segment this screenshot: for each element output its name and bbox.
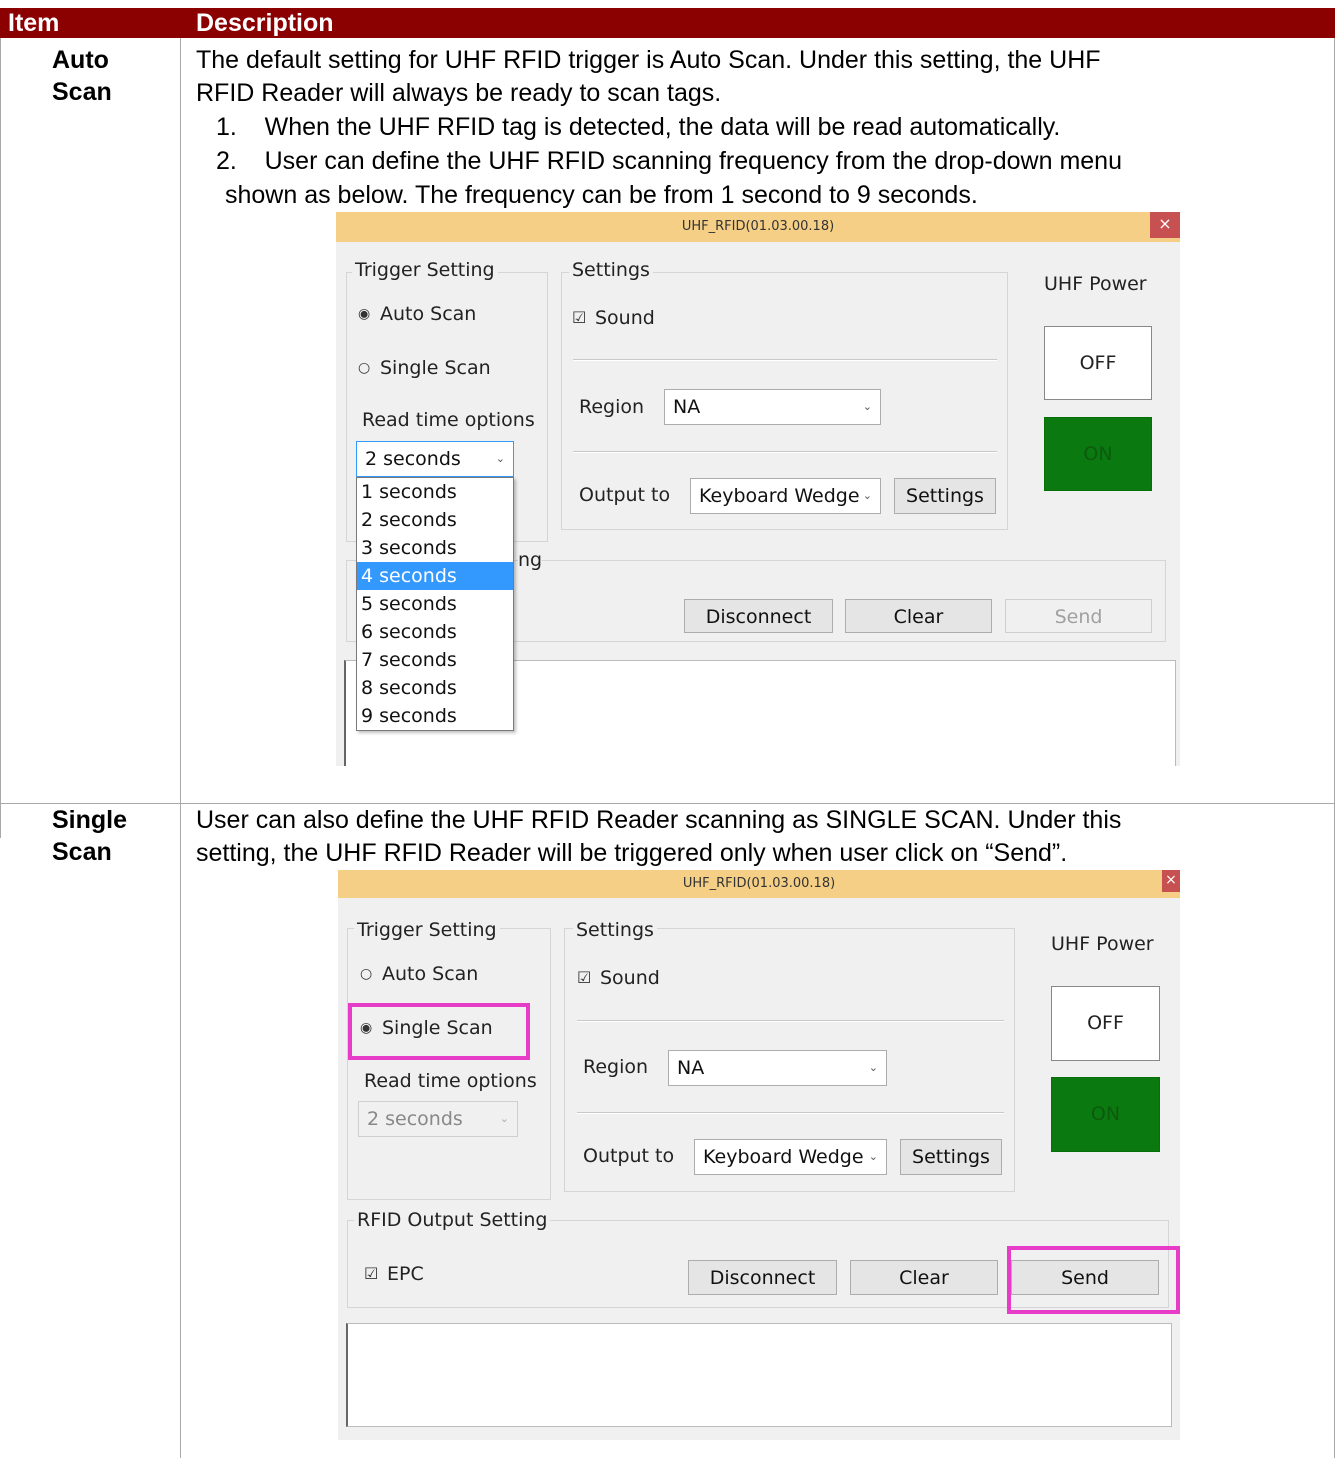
radio-auto-scan-checked-icon[interactable]: ◉ [358, 302, 370, 326]
dropdown-option[interactable]: 3 seconds [357, 534, 513, 562]
read-time-value: 2 seconds [365, 448, 461, 470]
chevron-down-icon: ⌄ [862, 489, 872, 502]
rfid-output-label-partial: ng [518, 548, 543, 572]
header-item: Item [8, 9, 60, 37]
settings-group-label: Settings [573, 918, 657, 942]
disconnect-button[interactable]: Disconnect [684, 599, 833, 633]
uhf-power-label: UHF Power [1051, 933, 1154, 955]
dialog-titlebar: UHF_RFID(01.03.00.18) × [338, 870, 1180, 898]
epc-label[interactable]: EPC [387, 1262, 424, 1286]
read-time-options-label: Read time options [364, 1070, 537, 1092]
row1-desc-line: The default setting for UHF RFID trigger… [196, 46, 1101, 74]
settings-divider [577, 1020, 1004, 1022]
power-on-button[interactable]: ON [1051, 1077, 1160, 1152]
read-time-value: 2 seconds [367, 1108, 463, 1130]
send-button[interactable]: Send [1005, 599, 1152, 633]
uhf-rfid-dialog-auto-scan: UHF_RFID(01.03.00.18) × Trigger Setting … [336, 212, 1180, 766]
output-select[interactable]: Keyboard Wedge ⌄ [690, 478, 881, 514]
auto-scan-label[interactable]: Auto Scan [380, 302, 476, 326]
settings-button[interactable]: Settings [894, 478, 996, 514]
close-icon[interactable]: × [1150, 212, 1180, 238]
dropdown-option[interactable]: 8 seconds [357, 674, 513, 702]
dialog-titlebar: UHF_RFID(01.03.00.18) × [336, 212, 1180, 242]
clear-button[interactable]: Clear [850, 1260, 998, 1295]
dropdown-option[interactable]: 9 seconds [357, 702, 513, 730]
power-off-button[interactable]: OFF [1051, 986, 1160, 1061]
power-on-button[interactable]: ON [1044, 417, 1152, 491]
region-label: Region [583, 1056, 649, 1078]
chevron-down-icon: ⌄ [495, 452, 505, 465]
power-off-button[interactable]: OFF [1044, 326, 1152, 400]
dropdown-option[interactable]: 2 seconds [357, 506, 513, 534]
sound-label[interactable]: Sound [595, 306, 655, 330]
chevron-down-icon: ⌄ [499, 1112, 509, 1125]
dropdown-option[interactable]: 1 seconds [357, 478, 513, 506]
settings-group-label: Settings [569, 258, 653, 282]
radio-auto-scan-icon[interactable]: ○ [360, 962, 372, 986]
region-select[interactable]: NA ⌄ [664, 389, 881, 425]
single-scan-label[interactable]: Single Scan [380, 356, 491, 380]
row1-desc-list-item-2: 2. User can define the UHF RFID scanning… [216, 147, 1122, 175]
disconnect-button[interactable]: Disconnect [688, 1260, 837, 1295]
dialog-title: UHF_RFID(01.03.00.18) [682, 876, 836, 891]
chevron-down-icon: ⌄ [862, 400, 872, 413]
region-value: NA [677, 1057, 705, 1079]
read-time-options-label: Read time options [362, 409, 535, 431]
header-description: Description [196, 9, 334, 37]
read-time-select-disabled[interactable]: 2 seconds ⌄ [358, 1101, 518, 1137]
clear-button[interactable]: Clear [845, 599, 992, 633]
dropdown-option[interactable]: 6 seconds [357, 618, 513, 646]
row2-desc-line: setting, the UHF RFID Reader will be tri… [196, 839, 1068, 867]
rfid-output-setting-label: RFID Output Setting [354, 1208, 551, 1232]
sound-label[interactable]: Sound [600, 966, 660, 990]
read-time-select[interactable]: 2 seconds ⌄ [356, 441, 514, 477]
table-column-divider [180, 38, 181, 1458]
read-time-dropdown-list: 1 seconds 2 seconds 3 seconds 4 seconds … [356, 477, 514, 731]
chevron-down-icon: ⌄ [868, 1150, 878, 1163]
radio-single-scan-icon[interactable]: ○ [358, 356, 370, 380]
dropdown-option[interactable]: 5 seconds [357, 590, 513, 618]
output-select[interactable]: Keyboard Wedge ⌄ [694, 1139, 887, 1175]
settings-divider [577, 1112, 1004, 1114]
settings-button[interactable]: Settings [900, 1139, 1002, 1175]
region-select[interactable]: NA ⌄ [668, 1050, 887, 1086]
dropdown-option-selected[interactable]: 4 seconds [357, 562, 513, 590]
row2-item-line1: Single [52, 806, 128, 834]
single-scan-highlight [348, 1003, 530, 1060]
trigger-setting-label: Trigger Setting [352, 258, 498, 282]
chevron-down-icon: ⌄ [868, 1061, 878, 1074]
output-textarea[interactable] [346, 1323, 1172, 1427]
send-highlight [1007, 1246, 1180, 1314]
output-value: Keyboard Wedge [703, 1146, 864, 1168]
checkbox-checked-icon[interactable]: ☑ [572, 306, 586, 330]
settings-divider [573, 359, 997, 361]
checkbox-checked-icon[interactable]: ☑ [364, 1262, 378, 1286]
region-value: NA [673, 396, 701, 418]
uhf-power-label: UHF Power [1044, 273, 1147, 295]
row2-desc-line: User can also define the UHF RFID Reader… [196, 806, 1122, 834]
settings-divider [573, 451, 997, 453]
checkbox-checked-icon[interactable]: ☑ [577, 966, 591, 990]
row1-item-line2: Scan [52, 78, 112, 106]
close-icon[interactable]: × [1162, 870, 1180, 892]
table-border-left [0, 38, 1, 838]
dropdown-option[interactable]: 7 seconds [357, 646, 513, 674]
row1-item-line1: Auto [52, 46, 109, 74]
row2-item-line2: Scan [52, 838, 112, 866]
dialog-title: UHF_RFID(01.03.00.18) [681, 219, 835, 234]
trigger-setting-label: Trigger Setting [354, 918, 500, 942]
auto-scan-label[interactable]: Auto Scan [382, 962, 478, 986]
output-value: Keyboard Wedge [699, 485, 860, 507]
uhf-rfid-dialog-single-scan: UHF_RFID(01.03.00.18) × Trigger Setting … [338, 870, 1180, 1440]
row1-desc-list-item-1: 1. When the UHF RFID tag is detected, th… [216, 113, 1061, 141]
row1-desc-line: RFID Reader will always be ready to scan… [196, 79, 722, 107]
output-to-label: Output to [583, 1145, 675, 1167]
output-to-label: Output to [579, 484, 671, 506]
row1-desc-line: shown as below. The frequency can be fro… [225, 181, 978, 209]
region-label: Region [579, 396, 645, 418]
